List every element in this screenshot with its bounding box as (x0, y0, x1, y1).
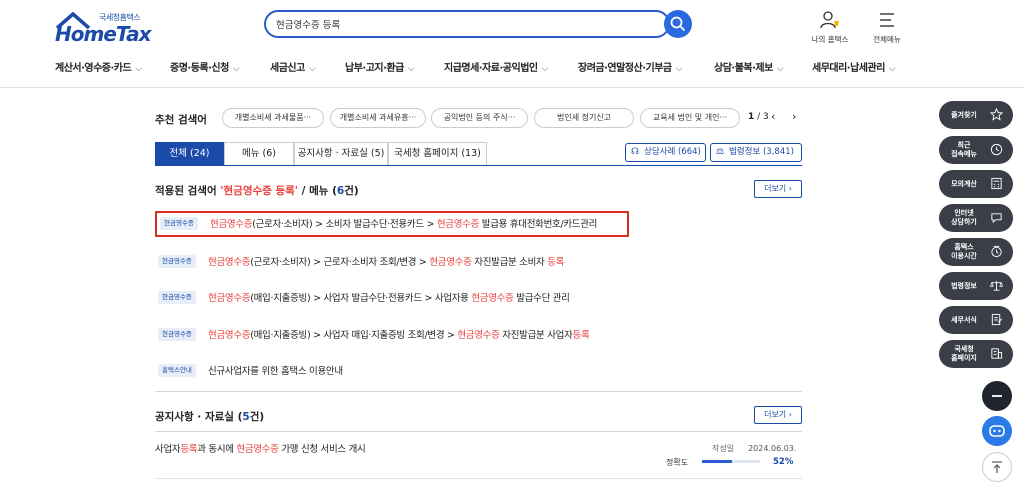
recommend-chip[interactable]: 공익법인 등의 주식··· (431, 108, 528, 128)
menu-more-button[interactable]: 더보기 › (754, 180, 802, 198)
tab-underline (155, 165, 802, 166)
section-divider (155, 431, 802, 432)
law-info-button[interactable]: ⚖ 법령정보 (3,841) (710, 143, 802, 162)
category-badge: 현금영수증 (158, 291, 196, 304)
result-link[interactable]: 현금영수증(근로자·소비자) > 소비자 발급수단·전용카드 > 현금영수증 발… (210, 216, 597, 230)
search-button[interactable] (664, 10, 692, 38)
quick-favorites-button[interactable]: 즐겨찾기 (939, 101, 1013, 129)
minus-icon (992, 395, 1002, 397)
result-row[interactable]: 현금영수증 현금영수증(매입·지출증빙) > 사업자 매입·지출증빙 조회/변경… (155, 323, 629, 345)
section-divider (155, 391, 802, 392)
star-icon (990, 108, 1003, 121)
time-icon (991, 245, 1002, 258)
recommend-pager: 1 / 3 (748, 112, 769, 122)
chevron-down-icon: ⌵ (407, 64, 415, 74)
category-badge: 현금영수증 (158, 255, 196, 268)
clock-icon (990, 143, 1003, 156)
category-badge: 현금영수증 (160, 217, 198, 230)
nav-item-payment[interactable]: 납부·고지·환급 ⌵ (345, 59, 415, 74)
hamburger-icon (880, 13, 894, 27)
quick-law-button[interactable]: 법령정보 (939, 272, 1013, 300)
notice-item-link[interactable]: 사업자등록과 동시에 현금영수증 가맹 신청 서비스 개시 (155, 441, 366, 455)
accuracy-bar (702, 460, 760, 463)
result-link[interactable]: 현금영수증(근로자·소비자) > 근로자·소비자 조회/변경 > 현금영수증 자… (208, 254, 564, 268)
result-link[interactable]: 현금영수증(매입·지출증빙) > 사업자 발급수단·전용카드 > 사업자용 현금… (208, 290, 570, 304)
nav-item-agent[interactable]: 세무대리·납세관리 ⌵ (812, 59, 896, 74)
menu-section-title: 적용된 검색어 '현금영수증 등록' / 메뉴 (6건) (155, 185, 359, 197)
my-hometax-button[interactable]: 나의 홈택스 (805, 10, 855, 45)
arrow-up-icon (992, 461, 1002, 473)
search-input[interactable]: 현금영수증 등록 (264, 10, 670, 38)
category-badge: 현금영수증 (158, 328, 196, 341)
quick-form-button[interactable]: 세무서식 (939, 306, 1013, 334)
chevron-down-icon: ⌵ (675, 64, 683, 74)
nav-divider (0, 87, 1024, 88)
result-link[interactable]: 신규사업자를 위한 홈택스 이용안내 (208, 363, 343, 377)
accuracy-label: 정확도 (666, 458, 689, 467)
accuracy-value: 52% (773, 457, 794, 467)
scale-icon: ⚖ (716, 147, 725, 157)
user-bell-icon (820, 11, 839, 29)
my-hometax-label: 나의 홈택스 (811, 35, 849, 44)
headset-icon: ☊ (631, 147, 639, 157)
nav-item-consult[interactable]: 상담·불복·제보 ⌵ (714, 59, 784, 74)
notice-more-button[interactable]: 더보기 › (754, 406, 802, 424)
chatbot-icon (989, 425, 1005, 437)
quick-chat-button[interactable]: 인터넷 상담하기 (939, 204, 1013, 232)
recommend-chip[interactable]: 개별소비세 과세물품··· (222, 108, 324, 128)
quick-recent-button[interactable]: 최근 접속메뉴 (939, 136, 1013, 164)
chevron-down-icon: ⌵ (232, 64, 240, 74)
consult-cases-button[interactable]: ☊ 상담사례 (664) (625, 143, 706, 162)
nav-item-certificate[interactable]: 증명·등록·신청 ⌵ (170, 59, 240, 74)
quick-calc-button[interactable]: 모의계산 (939, 170, 1013, 198)
result-row[interactable]: 현금영수증 현금영수증(근로자·소비자) > 소비자 발급수단·전용카드 > 현… (155, 211, 629, 237)
hometax-logo[interactable]: 국세청홈택스 HomeTax (55, 12, 152, 46)
chevron-down-icon: ⌵ (541, 64, 549, 74)
next-page-icon[interactable]: › (792, 110, 796, 123)
result-row[interactable]: 현금영수증 현금영수증(매입·지출증빙) > 사업자 발급수단·전용카드 > 사… (155, 286, 629, 308)
result-row[interactable]: 현금영수증 현금영수증(근로자·소비자) > 근로자·소비자 조회/변경 > 현… (155, 250, 629, 272)
calculator-icon (991, 177, 1002, 190)
chevron-down-icon: ⌵ (888, 64, 896, 74)
recommended-title: 추천 검색어 (155, 114, 207, 126)
section-divider (155, 478, 802, 479)
search-value: 현금영수증 등록 (276, 20, 341, 31)
search-icon (670, 16, 685, 31)
chevron-down-icon: ⌵ (308, 64, 316, 74)
quick-nts-button[interactable]: 국세청 홈페이지 (939, 340, 1013, 368)
notice-section-title: 공지사항 · 자료실 (5건) (155, 411, 265, 423)
chatbot-button[interactable] (982, 416, 1012, 446)
result-link[interactable]: 현금영수증(매입·지출증빙) > 사업자 매입·지출증빙 조회/변경 > 현금영… (208, 327, 590, 341)
chevron-down-icon: ⌵ (135, 64, 142, 74)
nav-item-receipt[interactable]: 계산서·영수증·카드 ⌵ (55, 59, 142, 74)
accuracy-bar-fill (702, 460, 733, 463)
recommend-chip[interactable]: 개별소비세 과세유흥··· (330, 108, 426, 128)
nav-item-statement[interactable]: 지급명세·자료·공익법인 ⌵ (444, 59, 548, 74)
building-icon (991, 348, 1003, 359)
chat-icon (991, 213, 1002, 224)
category-badge: 홈택스안내 (158, 364, 196, 377)
tab-all[interactable]: 전체 (24) (155, 142, 224, 166)
tab-notice[interactable]: 공지사항 · 자료실 (5) (294, 142, 388, 166)
recommend-chip[interactable]: 법인세 정기신고 (534, 108, 634, 128)
result-row[interactable]: 홈택스안내 신규사업자를 위한 홈택스 이용안내 (155, 359, 629, 381)
nav-item-incentive[interactable]: 장려금·연말정산·기부금 ⌵ (578, 59, 682, 74)
scroll-top-button[interactable] (982, 452, 1012, 482)
chevron-down-icon: ⌵ (776, 64, 784, 74)
nav-item-tax-return[interactable]: 세금신고 ⌵ (270, 59, 316, 74)
logo-title: HomeTax (55, 22, 152, 46)
prev-page-icon[interactable]: ‹ (771, 110, 775, 123)
quick-hours-button[interactable]: 홈택스 이용시간 (939, 238, 1013, 266)
form-icon (991, 313, 1003, 326)
law-icon (990, 280, 1003, 291)
main-nav: 계산서·영수증·카드 ⌵ 증명·등록·신청 ⌵ 세금신고 ⌵ 납부·고지·환급 ⌵ 지급… (0, 56, 1024, 76)
all-menu-button[interactable]: 전체메뉴 (862, 10, 912, 45)
tab-menu[interactable]: 메뉴 (6) (224, 142, 294, 166)
notice-date: 작성일 2024.06.03. (712, 444, 797, 453)
recommend-chip[interactable]: 교육세 법인 및 개인··· (640, 108, 740, 128)
tab-nts-homepage[interactable]: 국세청 홈페이지 (13) (388, 142, 487, 166)
collapse-menu-button[interactable] (982, 381, 1012, 411)
all-menu-label: 전체메뉴 (873, 35, 901, 44)
